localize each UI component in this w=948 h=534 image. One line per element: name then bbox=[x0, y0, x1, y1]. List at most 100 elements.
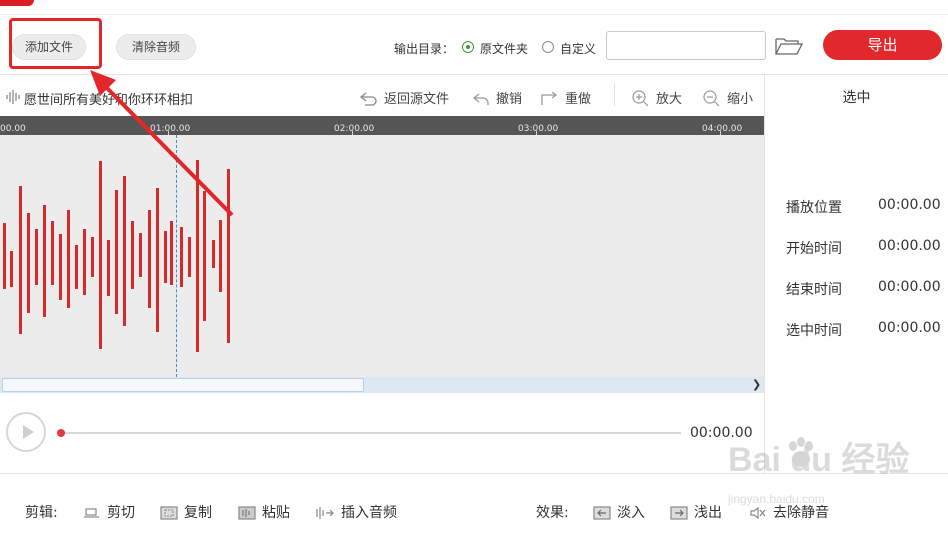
play-position-value: 00:00.00 bbox=[878, 197, 941, 213]
ruler-tick-label: 01:00.00 bbox=[150, 124, 191, 134]
play-position-label: 播放位置 bbox=[786, 200, 842, 216]
toolbar-separator bbox=[614, 84, 615, 106]
waveform-bar bbox=[35, 229, 38, 285]
insert-audio-icon bbox=[316, 507, 334, 519]
waveform-bar bbox=[148, 210, 151, 308]
undo-label: 撤销 bbox=[496, 92, 523, 107]
waveform-bar bbox=[67, 210, 70, 308]
zoom-out-icon bbox=[703, 90, 720, 107]
scroll-right-arrow-icon[interactable]: ❯ bbox=[752, 378, 761, 391]
audio-wave-icon bbox=[6, 90, 22, 108]
revert-button[interactable]: 返回源文件 bbox=[359, 88, 450, 107]
divider bbox=[0, 74, 948, 75]
revert-icon bbox=[359, 92, 377, 106]
waveform-bar bbox=[27, 213, 30, 313]
waveform-bar bbox=[115, 190, 118, 314]
undo-icon bbox=[472, 93, 489, 105]
paste-label: 粘贴 bbox=[262, 505, 290, 521]
waveform-bar bbox=[123, 176, 126, 326]
waveform-bar bbox=[91, 237, 94, 277]
clear-audio-button[interactable]: 清除音频 bbox=[116, 34, 196, 60]
waveform-bar bbox=[227, 169, 230, 343]
fade-in-button[interactable]: 淡入 bbox=[593, 502, 645, 522]
redo-icon bbox=[541, 91, 558, 105]
fade-out-icon bbox=[670, 506, 688, 520]
end-time-label: 结束时间 bbox=[786, 282, 842, 298]
start-time-label: 开始时间 bbox=[786, 241, 842, 257]
waveform-bar bbox=[196, 160, 199, 352]
source-folder-radio-label[interactable]: 原文件夹 bbox=[480, 40, 528, 57]
fade-in-icon bbox=[593, 506, 611, 520]
waveform-bar bbox=[43, 205, 46, 317]
zoom-in-icon bbox=[632, 90, 649, 107]
cut-icon bbox=[84, 508, 99, 518]
fade-out-label: 浅出 bbox=[694, 505, 722, 521]
track-title: 愿世间所有美好和你环环相扣 bbox=[24, 93, 194, 108]
ruler-tick-label: 02:00.00 bbox=[334, 124, 375, 134]
ruler-tick-label: 03:00.00 bbox=[518, 124, 559, 134]
output-path-input[interactable] bbox=[606, 31, 766, 60]
waveform-bar bbox=[59, 234, 62, 300]
custom-radio[interactable] bbox=[542, 41, 554, 53]
waveform-bar bbox=[107, 240, 110, 296]
timeline-scrollbar-thumb[interactable] bbox=[2, 378, 364, 392]
progress-slider[interactable] bbox=[60, 432, 681, 434]
revert-label: 返回源文件 bbox=[384, 92, 450, 107]
end-time-value: 00:00.00 bbox=[878, 279, 941, 295]
zoom-out-button[interactable]: 缩小 bbox=[703, 88, 753, 107]
effects-label: 效果: bbox=[536, 505, 569, 521]
annotation-highlight-box bbox=[9, 18, 102, 69]
redo-button[interactable]: 重做 bbox=[541, 88, 591, 107]
waveform-area[interactable] bbox=[0, 135, 764, 377]
waveform-bar bbox=[188, 237, 191, 277]
paste-icon bbox=[238, 506, 256, 520]
undo-button[interactable]: 撤销 bbox=[472, 88, 522, 107]
waveform-bar bbox=[139, 233, 142, 277]
waveform-bar bbox=[212, 240, 215, 268]
waveform-bar bbox=[51, 221, 54, 285]
copy-button[interactable]: 复制 bbox=[160, 502, 212, 522]
cut-button[interactable]: 剪切 bbox=[83, 502, 135, 522]
selected-time-label: 选中时间 bbox=[786, 323, 842, 339]
start-time-value: 00:00.00 bbox=[878, 238, 941, 254]
waveform-bar bbox=[75, 245, 78, 289]
play-button[interactable] bbox=[6, 412, 46, 452]
waveform bbox=[3, 160, 230, 352]
output-dir-label: 输出目录： bbox=[394, 42, 455, 56]
redo-label: 重做 bbox=[565, 92, 592, 107]
insert-audio-button[interactable]: 插入音频 bbox=[315, 502, 397, 522]
watermark-url: jingyan.baidu.com bbox=[728, 492, 825, 506]
source-folder-radio[interactable] bbox=[462, 41, 474, 53]
waveform-bar bbox=[19, 186, 22, 334]
selected-time-value: 00:00.00 bbox=[878, 320, 941, 336]
waveform-bar bbox=[156, 188, 159, 332]
selection-panel-title: 选中 bbox=[842, 90, 871, 106]
edit-label: 剪辑: bbox=[25, 505, 58, 521]
divider bbox=[0, 14, 948, 15]
export-button[interactable]: 导出 bbox=[823, 30, 942, 60]
custom-radio-label[interactable]: 自定义 bbox=[560, 40, 596, 57]
copy-label: 复制 bbox=[184, 505, 212, 521]
waveform-bar bbox=[10, 251, 13, 287]
progress-slider-handle[interactable] bbox=[57, 429, 65, 437]
waveform-bar bbox=[131, 221, 134, 289]
playhead[interactable] bbox=[176, 135, 177, 377]
watermark-brand: Bai du 经验 bbox=[728, 441, 910, 479]
waveform-bar bbox=[219, 220, 222, 292]
folder-open-icon[interactable] bbox=[775, 36, 804, 60]
waveform-bar bbox=[3, 223, 6, 289]
fade-out-button[interactable]: 浅出 bbox=[670, 502, 722, 522]
waveform-bar bbox=[180, 227, 183, 287]
insert-audio-label: 插入音频 bbox=[341, 505, 397, 521]
waveform-bar bbox=[203, 191, 206, 321]
timeline-ruler[interactable]: 00.00 01:00.00 02:00.00 03:00.00 04:00.0… bbox=[0, 116, 764, 135]
waveform-bar bbox=[83, 229, 86, 295]
paste-button[interactable]: 粘贴 bbox=[238, 502, 290, 522]
paw-icon bbox=[789, 437, 813, 467]
waveform-bar bbox=[164, 231, 167, 283]
waveform-bar bbox=[170, 221, 173, 285]
zoom-out-label: 缩小 bbox=[727, 92, 754, 107]
ruler-tick-label: 00.00 bbox=[0, 124, 26, 134]
ruler-tick-label: 04:00.00 bbox=[702, 124, 743, 134]
zoom-in-button[interactable]: 放大 bbox=[632, 88, 682, 107]
